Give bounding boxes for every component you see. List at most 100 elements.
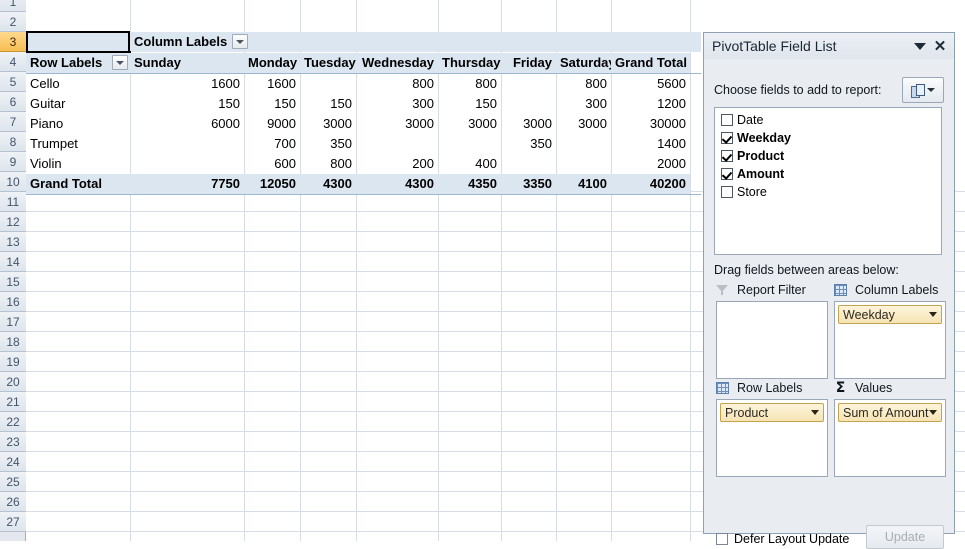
pivot-data-cell[interactable] <box>356 134 438 154</box>
values-dropzone[interactable]: Sum of Amount <box>834 399 946 477</box>
table-row[interactable]: Guitar 150 150 150 300 150 300 1200 <box>26 94 701 114</box>
pivot-data-cell[interactable]: 150 <box>438 94 501 114</box>
row-header-3[interactable]: 3 <box>0 32 26 52</box>
panel-close-icon[interactable]: ✕ <box>930 36 950 56</box>
pivot-data-cell[interactable] <box>438 134 501 154</box>
pivot-data-cell[interactable]: 3000 <box>556 114 611 134</box>
row-header-6[interactable]: 6 <box>0 92 26 112</box>
pivot-data-cell[interactable]: 1200 <box>611 94 690 114</box>
active-cell-outline[interactable] <box>26 31 130 53</box>
row-header-21[interactable]: 21 <box>0 392 26 412</box>
pivot-data-cell[interactable]: 1600 <box>130 74 244 94</box>
pivot-data-cell[interactable] <box>130 154 244 174</box>
pivot-data-cell[interactable]: 800 <box>356 74 438 94</box>
row-header-4[interactable]: 4 <box>0 52 26 72</box>
row-header-27[interactable]: 27 <box>0 512 26 532</box>
pivot-data-cell[interactable]: 6000 <box>130 114 244 134</box>
pivot-data-cell[interactable]: 3000 <box>300 114 356 134</box>
field-checkbox-list[interactable]: Date Weekday Product Amount Store <box>714 107 942 255</box>
pivot-data-cell[interactable]: 150 <box>244 94 300 114</box>
field-checkbox-date[interactable] <box>721 114 733 126</box>
chevron-down-icon[interactable] <box>811 410 819 415</box>
row-header-7[interactable]: 7 <box>0 112 26 132</box>
pivot-data-cell[interactable]: 800 <box>300 154 356 174</box>
pivot-data-cell[interactable] <box>556 134 611 154</box>
pivot-data-cell[interactable]: 200 <box>356 154 438 174</box>
row-header-14[interactable]: 14 <box>0 252 26 272</box>
row-header-19[interactable]: 19 <box>0 352 26 372</box>
row-header-16[interactable]: 16 <box>0 292 26 312</box>
pivot-data-cell[interactable]: 800 <box>556 74 611 94</box>
pivot-grand-total-cell[interactable]: 4300 <box>300 174 356 194</box>
pivot-grand-total-cell[interactable]: 3350 <box>501 174 556 194</box>
row-header-8[interactable]: 8 <box>0 132 26 152</box>
row-header-23[interactable]: 23 <box>0 432 26 452</box>
field-checkbox-amount[interactable] <box>721 168 733 180</box>
pivot-grand-total-cell[interactable]: 4100 <box>556 174 611 194</box>
pivot-data-cell[interactable]: 3000 <box>356 114 438 134</box>
pivot-data-cell[interactable] <box>130 134 244 154</box>
field-list-item-store[interactable]: Store <box>717 183 939 201</box>
row-header-26[interactable]: 26 <box>0 492 26 512</box>
row-header-9[interactable]: 9 <box>0 152 26 172</box>
defer-layout-update-row[interactable]: Defer Layout Update <box>716 529 849 549</box>
pivot-grand-total-cell[interactable]: 12050 <box>244 174 300 194</box>
pivot-column-labels-header[interactable]: Column Labels <box>130 32 234 52</box>
row-header-20[interactable]: 20 <box>0 372 26 392</box>
row-header-10[interactable]: 10 <box>0 172 26 192</box>
pivot-column-header-sunday[interactable]: Sunday <box>130 53 244 73</box>
field-checkbox-weekday[interactable] <box>721 132 733 144</box>
pivot-grand-total-row[interactable]: Grand Total 7750 12050 4300 4300 4350 3350 4100… <box>26 174 701 195</box>
pivot-data-cell[interactable]: 5600 <box>611 74 690 94</box>
row-header-18[interactable]: 18 <box>0 332 26 352</box>
column-labels-field-pill[interactable]: Weekday <box>838 305 942 324</box>
field-list-item-weekday[interactable]: Weekday <box>717 129 939 147</box>
row-labels-filter-button[interactable] <box>112 55 128 70</box>
pivot-grand-total-cell[interactable]: 40200 <box>611 174 690 194</box>
table-row[interactable]: Cello 1600 1600 800 800 800 5600 <box>26 74 701 94</box>
field-list-item-amount[interactable]: Amount <box>717 165 939 183</box>
table-row[interactable]: Trumpet 700 350 350 1400 <box>26 134 701 154</box>
pivot-grand-total-cell[interactable]: 4350 <box>438 174 501 194</box>
field-list-item-product[interactable]: Product <box>717 147 939 165</box>
pivot-data-cell[interactable] <box>501 154 556 174</box>
row-header-2[interactable]: 2 <box>0 12 26 32</box>
row-header-5[interactable]: 5 <box>0 72 26 92</box>
panel-menu-caret-icon[interactable] <box>910 36 930 56</box>
table-row[interactable]: Violin 600 800 200 400 2000 <box>26 154 701 174</box>
pivot-grand-total-cell[interactable]: 4300 <box>356 174 438 194</box>
pivot-data-cell[interactable]: 150 <box>300 94 356 114</box>
row-header-25[interactable]: 25 <box>0 472 26 492</box>
report-filter-dropzone[interactable] <box>716 301 828 379</box>
pivottable-field-list-panel[interactable]: PivotTable Field List ✕ Choose fields to… <box>703 32 955 549</box>
defer-layout-update-checkbox[interactable] <box>716 533 728 545</box>
row-header-22[interactable]: 22 <box>0 412 26 432</box>
pivot-data-cell[interactable]: 350 <box>501 134 556 154</box>
pivot-data-cell[interactable]: 300 <box>556 94 611 114</box>
pivot-data-cell[interactable]: 700 <box>244 134 300 154</box>
row-header-24[interactable]: 24 <box>0 452 26 472</box>
pivot-data-cell[interactable]: 9000 <box>244 114 300 134</box>
pivot-data-cell[interactable]: 3000 <box>438 114 501 134</box>
row-labels-dropzone[interactable]: Product <box>716 399 828 477</box>
pivot-data-cell[interactable]: 1600 <box>244 74 300 94</box>
pivot-data-cell[interactable]: 3000 <box>501 114 556 134</box>
pivot-data-cell[interactable]: 400 <box>438 154 501 174</box>
pivot-grand-total-cell[interactable]: 7750 <box>130 174 244 194</box>
column-labels-dropzone[interactable]: Weekday <box>834 301 946 379</box>
row-header-11[interactable]: 11 <box>0 192 26 212</box>
pivot-data-cell[interactable]: 300 <box>356 94 438 114</box>
update-button[interactable]: Update <box>866 525 944 549</box>
row-header-15[interactable]: 15 <box>0 272 26 292</box>
row-header-17[interactable]: 17 <box>0 312 26 332</box>
column-labels-filter-button[interactable] <box>232 34 248 49</box>
row-labels-field-pill[interactable]: Product <box>720 403 824 422</box>
field-list-layout-button[interactable] <box>902 77 944 103</box>
pivot-data-cell[interactable]: 800 <box>438 74 501 94</box>
pivot-column-header-wednesday[interactable]: Wednesday <box>356 53 438 73</box>
pivot-column-header-friday[interactable]: Friday <box>501 53 556 73</box>
row-header-13[interactable]: 13 <box>0 232 26 252</box>
pivot-column-header-saturday[interactable]: Saturday <box>556 53 611 73</box>
pivot-data-cell[interactable]: 2000 <box>611 154 690 174</box>
pivot-column-header-thursday[interactable]: Thursday <box>438 53 501 73</box>
